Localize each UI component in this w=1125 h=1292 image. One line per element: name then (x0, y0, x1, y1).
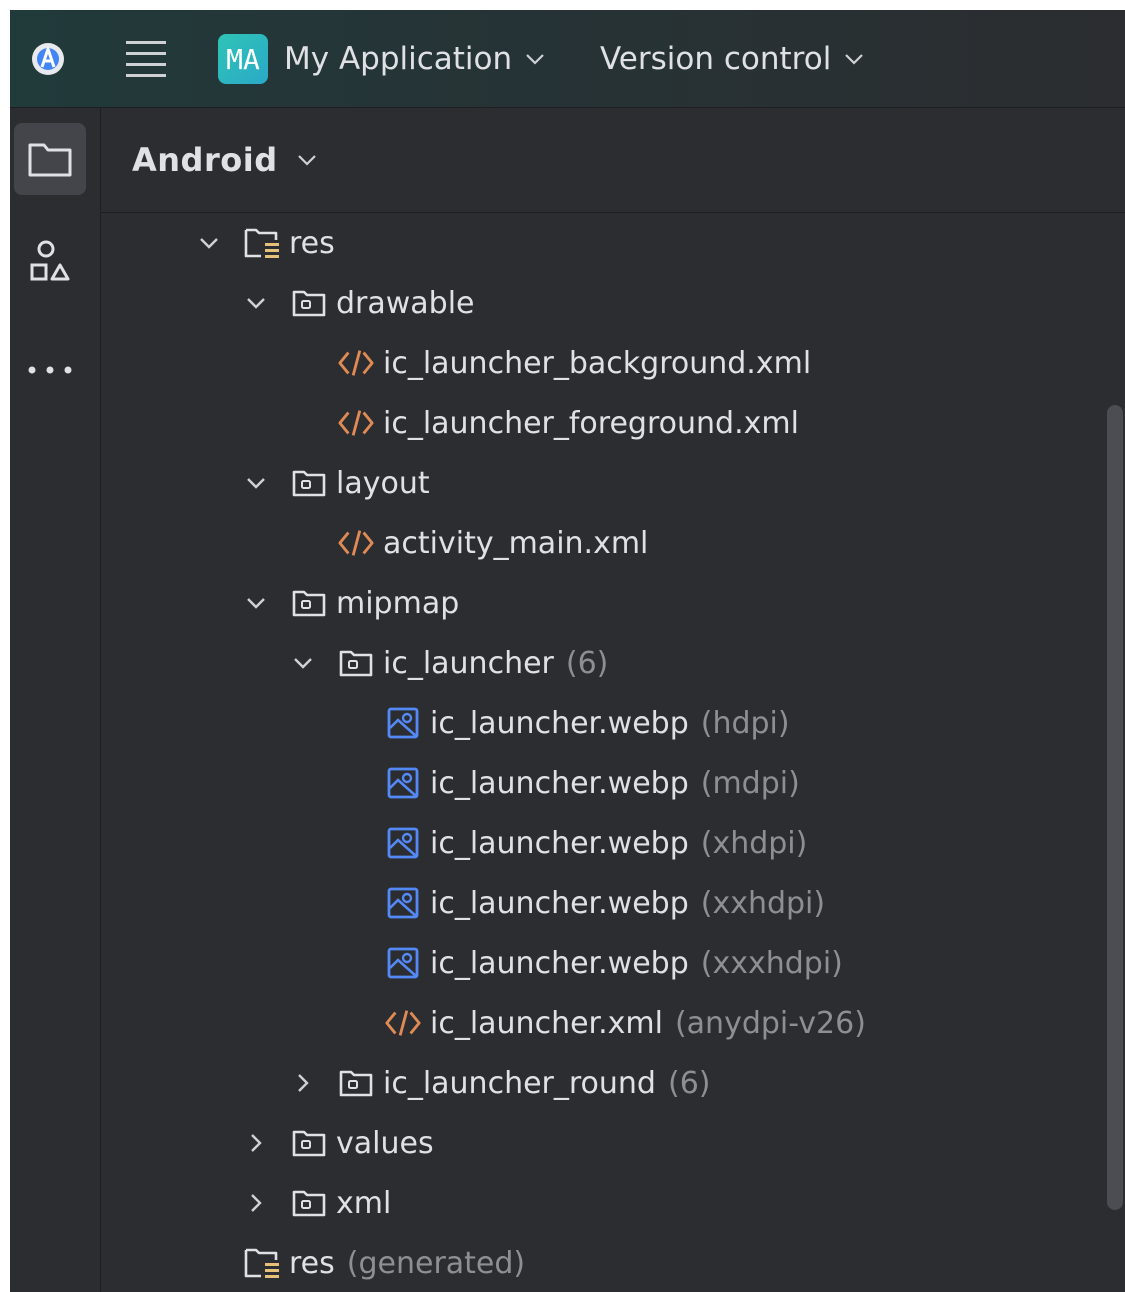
chevron-down-icon[interactable] (242, 469, 270, 497)
folder-icon (290, 464, 328, 502)
chevron-down-icon[interactable] (289, 649, 317, 677)
folder-icon (290, 584, 328, 622)
tree-item-hint: (xxhdpi) (700, 885, 826, 921)
project-tree: res drawable ic_launcher_background.xml … (101, 213, 1125, 1292)
tree-item-name: ic_launcher (383, 645, 554, 681)
structure-tool-button[interactable] (14, 225, 86, 297)
structure-shapes-icon (30, 240, 70, 281)
tree-item-name: ic_launcher_round (383, 1065, 656, 1101)
chevron-down-icon (526, 54, 544, 65)
tree-row[interactable]: ic_launcher.xml (anydpi-v26) (336, 993, 866, 1053)
tree-row[interactable]: ic_launcher.webp (xhdpi) (336, 813, 807, 873)
tree-item-name: res (289, 1245, 335, 1281)
xml-file-icon (337, 404, 375, 442)
chevron-down-icon[interactable] (195, 229, 223, 257)
more-tools-button[interactable] (14, 334, 86, 406)
chevron-down-icon[interactable] (242, 289, 270, 317)
tree-item-hint: (mdpi) (700, 765, 800, 801)
tree-row[interactable]: ic_launcher_round (6) (289, 1053, 710, 1113)
image-file-icon (384, 824, 422, 862)
more-ellipsis-icon (28, 366, 72, 374)
tree-item-name: layout (336, 465, 430, 501)
tree-item-name: ic_launcher.webp (430, 705, 689, 741)
project-window: MA My Application Version control Androi… (10, 10, 1125, 1292)
tree-row[interactable]: mipmap (242, 573, 459, 633)
image-file-icon (384, 704, 422, 742)
chevron-right-icon[interactable] (242, 1129, 270, 1157)
tree-row[interactable]: ic_launcher.webp (xxxhdpi) (336, 933, 843, 993)
folder-icon (290, 284, 328, 322)
tree-item-hint: (6) (565, 645, 609, 681)
tree-item-name: ic_launcher.webp (430, 765, 689, 801)
tree-item-name: ic_launcher.webp (430, 945, 689, 981)
chevron-down-icon[interactable] (242, 589, 270, 617)
folder-icon (290, 1124, 328, 1162)
res-folder-icon (243, 1244, 281, 1282)
tree-row[interactable]: ic_launcher_foreground.xml (289, 393, 799, 453)
xml-file-icon (337, 524, 375, 562)
tree-row[interactable]: ic_launcher (6) (289, 633, 608, 693)
project-panel-header: Android (101, 108, 1125, 213)
chevron-down-icon (845, 54, 864, 65)
tree-row[interactable]: ic_launcher.webp (xxhdpi) (336, 873, 825, 933)
tree-row[interactable]: ic_launcher.webp (mdpi) (336, 753, 800, 813)
tree-row[interactable]: res (195, 213, 335, 273)
tree-row[interactable]: activity_main.xml (289, 513, 648, 573)
tree-item-name: mipmap (336, 585, 460, 621)
tree-row[interactable]: ic_launcher_background.xml (289, 333, 811, 393)
tree-row[interactable]: res (generated) (195, 1233, 525, 1292)
folder-icon (337, 644, 375, 682)
android-studio-logo-icon[interactable] (28, 39, 68, 79)
tree-item-hint: (6) (667, 1065, 711, 1101)
project-name: My Application (284, 41, 513, 77)
tree-row[interactable]: ic_launcher.webp (hdpi) (336, 693, 790, 753)
tree-item-name: values (336, 1125, 434, 1161)
tree-item-hint: (hdpi) (700, 705, 790, 741)
tree-row[interactable]: layout (242, 453, 430, 513)
title-bar: MA My Application Version control (10, 10, 1125, 108)
tree-item-hint: (generated) (346, 1245, 526, 1281)
main-menu-icon[interactable] (124, 38, 168, 80)
xml-file-icon (337, 344, 375, 382)
chevron-right-icon[interactable] (289, 1069, 317, 1097)
tree-item-name: ic_launcher.xml (430, 1005, 663, 1041)
tree-item-name: activity_main.xml (383, 525, 649, 561)
tree-row[interactable]: drawable (242, 273, 475, 333)
tree-item-name: xml (336, 1185, 392, 1221)
image-file-icon (384, 884, 422, 922)
project-tool-button[interactable] (14, 123, 86, 195)
tree-row[interactable]: xml (242, 1173, 391, 1233)
project-selector-button[interactable]: MA My Application (218, 33, 554, 85)
folder-icon (290, 1184, 328, 1222)
image-file-icon (384, 764, 422, 802)
tree-scrollbar[interactable] (1107, 405, 1123, 1210)
image-file-icon (384, 944, 422, 982)
chevron-right-icon[interactable] (242, 1189, 270, 1217)
tree-row[interactable]: values (242, 1113, 434, 1173)
tree-item-hint: (xxxhdpi) (700, 945, 843, 981)
res-folder-icon (243, 224, 281, 262)
chevron-down-icon[interactable] (296, 153, 318, 167)
tree-item-name: ic_launcher_foreground.xml (383, 405, 799, 441)
tree-item-hint: (xhdpi) (700, 825, 808, 861)
xml-file-icon (384, 1004, 422, 1042)
tool-window-strip (10, 108, 101, 1292)
folder-icon (337, 1064, 375, 1102)
tree-item-hint: (anydpi-v26) (674, 1005, 866, 1041)
view-mode-selector[interactable]: Android (132, 141, 278, 179)
tree-item-name: ic_launcher.webp (430, 885, 689, 921)
tree-item-name: res (289, 225, 335, 261)
version-control-label: Version control (600, 41, 832, 77)
version-control-button[interactable]: Version control (600, 33, 865, 85)
project-badge: MA (218, 34, 268, 84)
tree-item-name: ic_launcher_background.xml (383, 345, 812, 381)
tree-item-name: ic_launcher.webp (430, 825, 689, 861)
project-folder-icon (28, 143, 72, 177)
tree-item-name: drawable (336, 285, 475, 321)
